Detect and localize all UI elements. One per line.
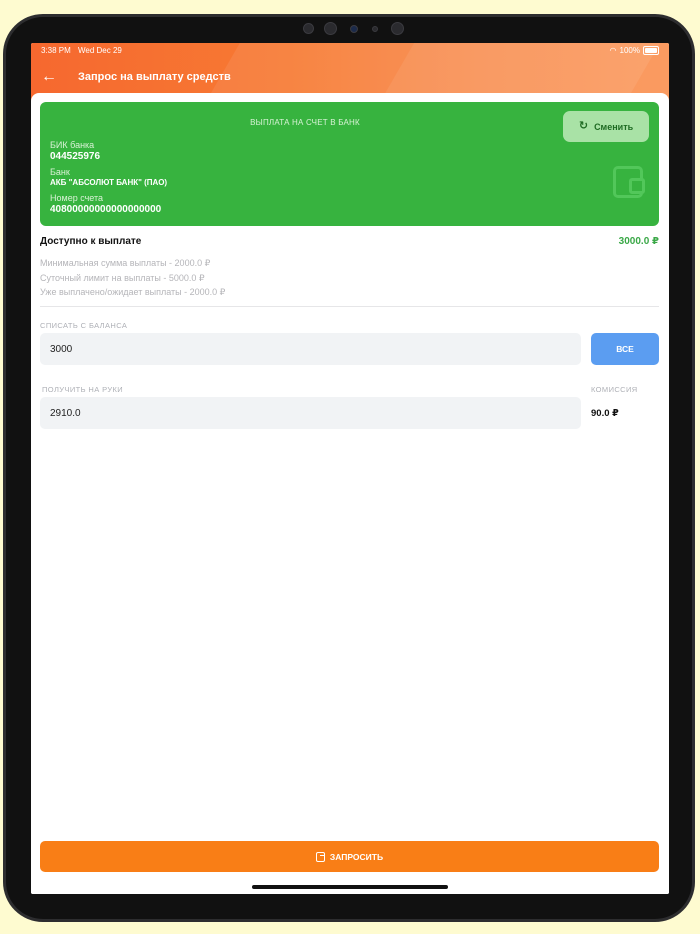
bik-value: 044525976	[50, 151, 101, 162]
account-value: 40800000000000000000	[50, 204, 162, 215]
status-date: Wed Dec 29	[78, 46, 122, 55]
wallet-icon	[613, 166, 645, 198]
sensor-icon	[303, 23, 314, 34]
sensor-icon	[324, 22, 337, 35]
page-title: Запрос на выплату средств	[78, 71, 231, 83]
change-bank-button[interactable]: ↻ Сменить	[563, 111, 649, 142]
home-indicator[interactable]	[252, 885, 448, 889]
sync-icon: ↻	[578, 120, 589, 132]
battery-icon	[643, 46, 659, 55]
battery-percent: 100%	[619, 46, 640, 55]
debit-amount-input[interactable]: 3000	[40, 333, 581, 365]
account-label: Номер счета	[50, 193, 104, 203]
all-amount-button[interactable]: ВСЕ	[591, 333, 659, 365]
debit-caption: СПИСАТЬ С БАЛАНСА	[40, 321, 128, 330]
sensor-icon	[391, 22, 404, 35]
arrow-left-icon[interactable]: ←	[41, 69, 59, 85]
bank-label: Банк	[50, 167, 70, 177]
bank-value: АКБ "АБСОЛЮТ БАНК" (ПАО)	[50, 178, 168, 187]
available-value: 3000.0 ₽	[618, 236, 659, 247]
app-screen: 3:38 PM Wed Dec 29 ◠ 100% ← Запрос на вы…	[31, 43, 669, 894]
bik-label: БИК банка	[50, 140, 95, 150]
receive-amount-field[interactable]: 2910.0	[40, 397, 581, 429]
wifi-icon: ◠	[609, 46, 617, 55]
commission-value: 90.0 ₽	[591, 408, 619, 419]
daily-limit-text: Суточный лимит на выплаты - 5000.0 ₽	[40, 273, 205, 283]
status-indicators: ◠ 100%	[610, 46, 659, 55]
commission-caption: КОМИССИЯ	[591, 385, 638, 394]
sensor-icon	[372, 26, 378, 32]
camera-icon	[350, 25, 358, 33]
bank-payout-card: ВЫПЛАТА НА СЧЕТ В БАНК ↻ Сменить БИК бан…	[40, 102, 659, 226]
receive-caption: ПОЛУЧИТЬ НА РУКИ	[42, 385, 124, 394]
exit-icon	[315, 851, 325, 862]
status-bar: 3:38 PM Wed Dec 29 ◠ 100%	[31, 43, 669, 59]
divider	[40, 306, 659, 307]
available-label: Доступно к выплате	[40, 236, 142, 247]
already-paid-text: Уже выплачено/ожидает выплаты - 2000.0 ₽	[40, 287, 226, 297]
card-heading: ВЫПЛАТА НА СЧЕТ В БАНК	[250, 118, 360, 127]
min-payout-text: Минимальная сумма выплаты - 2000.0 ₽	[40, 258, 211, 268]
request-button-label: ЗАПРОСИТЬ	[329, 851, 384, 862]
change-button-label: Сменить	[594, 121, 634, 132]
request-button[interactable]: ЗАПРОСИТЬ	[40, 841, 659, 872]
status-time: 3:38 PM	[41, 46, 71, 55]
